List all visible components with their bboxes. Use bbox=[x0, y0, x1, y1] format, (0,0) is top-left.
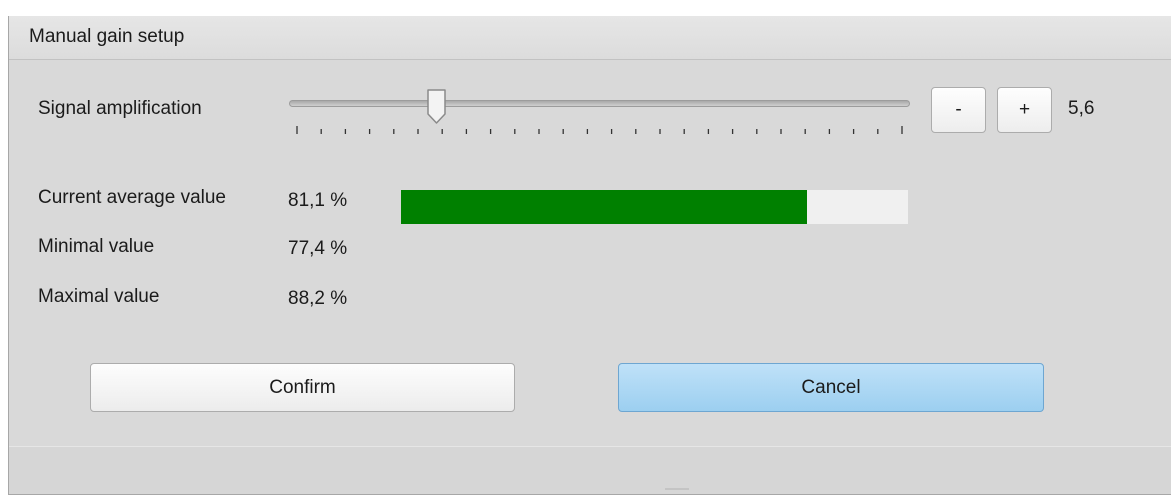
amplification-slider-thumb[interactable] bbox=[426, 88, 447, 126]
amplification-slider-track[interactable] bbox=[289, 100, 910, 107]
minimal-value: 77,4 % bbox=[288, 238, 348, 259]
amplification-slider-ticks bbox=[296, 126, 903, 134]
maximal-value-label: Maximal value bbox=[38, 286, 160, 307]
amplification-value: 5,6 bbox=[1068, 98, 1095, 119]
dialog-footer bbox=[9, 446, 1171, 494]
resize-grip-icon[interactable] bbox=[665, 488, 689, 490]
cancel-button[interactable]: Cancel bbox=[618, 363, 1044, 412]
dialog-title: Manual gain setup bbox=[29, 26, 185, 47]
maximal-value: 88,2 % bbox=[288, 288, 348, 309]
current-average-label: Current average value bbox=[38, 187, 226, 208]
signal-amplification-label: Signal amplification bbox=[38, 98, 202, 119]
manual-gain-dialog: Manual gain setup Signal amplification -… bbox=[8, 16, 1171, 495]
minimal-value-label: Minimal value bbox=[38, 236, 155, 257]
current-average-bar-fill bbox=[401, 190, 808, 224]
decrease-button[interactable]: - bbox=[931, 87, 986, 133]
increase-button[interactable]: + bbox=[997, 87, 1052, 133]
current-average-value: 81,1 % bbox=[288, 190, 348, 211]
dialog-titlebar[interactable]: Manual gain setup bbox=[9, 16, 1171, 60]
confirm-button[interactable]: Confirm bbox=[90, 363, 515, 412]
background-app-strip bbox=[0, 0, 1171, 16]
current-average-bar bbox=[401, 190, 908, 224]
